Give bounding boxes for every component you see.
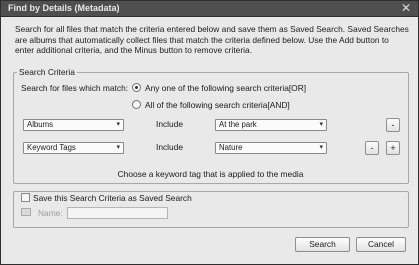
cancel-button[interactable]: Cancel [356, 237, 406, 252]
criteria-operator-label: Include [156, 119, 184, 129]
criteria-attribute-select-1[interactable]: Albums ▾ [23, 119, 124, 131]
search-button[interactable]: Search [295, 237, 350, 252]
title-bar[interactable]: Find by Details (Metadata) ✕ [1, 1, 418, 17]
name-label: Name: [38, 208, 63, 218]
save-search-label[interactable]: Save this Search Criteria as Saved Searc… [33, 193, 192, 203]
find-by-details-dialog: Find by Details (Metadata) ✕ Search for … [0, 0, 419, 265]
name-input[interactable] [67, 207, 168, 219]
criteria-value-select-2[interactable]: Nature ▾ [215, 142, 327, 154]
chevron-down-icon: ▾ [116, 144, 120, 151]
criteria-value: Nature [219, 143, 243, 152]
match-all-radio[interactable] [132, 100, 141, 109]
save-search-checkbox[interactable] [21, 193, 30, 202]
remove-criteria-button-2[interactable]: - [365, 141, 379, 155]
criteria-attribute-select-2[interactable]: Keyword Tags ▾ [23, 142, 124, 154]
match-label: Search for files which match: [21, 83, 129, 93]
add-criteria-button[interactable]: + [386, 141, 400, 155]
chevron-down-icon: ▾ [116, 121, 120, 128]
chevron-down-icon: ▾ [319, 144, 323, 151]
match-any-radio[interactable] [132, 83, 141, 92]
criteria-attribute-value: Albums [27, 120, 53, 129]
criteria-operator-label: Include [156, 142, 184, 152]
criteria-value: At the park [219, 120, 257, 129]
description-text: Search for all files that match the crit… [15, 24, 409, 56]
chevron-down-icon: ▾ [319, 121, 323, 128]
name-field-icon [21, 208, 31, 216]
search-criteria-legend: Search Criteria [19, 67, 75, 77]
match-all-label[interactable]: All of the following search criteria[AND… [145, 100, 290, 110]
close-icon[interactable]: ✕ [399, 1, 413, 15]
match-any-label[interactable]: Any one of the following search criteria… [145, 83, 306, 93]
dialog-title: Find by Details (Metadata) [8, 3, 120, 13]
criteria-attribute-value: Keyword Tags [27, 143, 76, 152]
criteria-value-select-1[interactable]: At the park ▾ [215, 119, 327, 131]
criteria-hint: Choose a keyword tag that is applied to … [117, 169, 304, 179]
remove-criteria-button-1[interactable]: - [386, 118, 400, 132]
